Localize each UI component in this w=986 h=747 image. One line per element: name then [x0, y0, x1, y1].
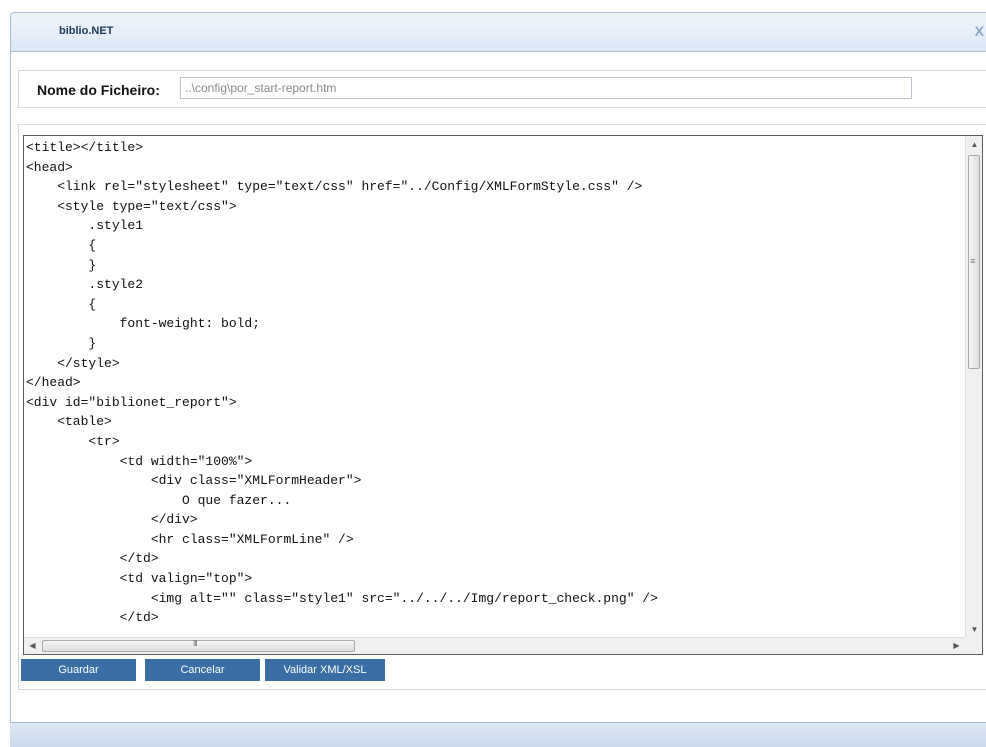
code-line: <table>: [26, 414, 112, 430]
code-line: font-weight: bold;: [26, 316, 261, 332]
code-line: <td width="100%">: [26, 453, 253, 469]
validate-xml-button[interactable]: Validar XML/XSL: [265, 659, 385, 681]
close-icon[interactable]: X: [975, 23, 984, 39]
dialog-title: biblio.NET: [59, 25, 114, 37]
code-line: </head>: [26, 375, 81, 391]
code-line: .style2: [26, 277, 144, 293]
vertical-scrollbar[interactable]: ▲ ▼: [965, 136, 982, 638]
code-line: }: [26, 257, 97, 273]
scroll-left-icon[interactable]: ◀: [24, 638, 41, 654]
scroll-down-icon[interactable]: ▼: [966, 621, 982, 638]
file-name-label: Nome do Ficheiro:: [37, 82, 160, 98]
dialog-title-bar: biblio.NET X: [10, 12, 986, 52]
code-line: </div>: [26, 512, 198, 528]
code-line: <link rel="stylesheet" type="text/css" h…: [26, 179, 643, 195]
editor-panel: <title></title> <head> <link rel="stylesh…: [18, 124, 986, 690]
code-line: </td>: [26, 551, 159, 567]
scrollbar-corner: [965, 637, 982, 654]
cancel-button[interactable]: Cancelar: [145, 659, 260, 681]
code-text-area[interactable]: <title></title> <head> <link rel="stylesh…: [26, 138, 960, 628]
file-name-input[interactable]: [180, 77, 912, 99]
code-line: <td valign="top">: [26, 571, 253, 587]
code-line: }: [26, 335, 97, 351]
code-line: <tr>: [26, 433, 120, 449]
save-button[interactable]: Guardar: [21, 659, 136, 681]
code-line: <img alt="" class="style1" src="../../..…: [26, 590, 658, 606]
horizontal-scroll-thumb[interactable]: [42, 639, 355, 652]
dialog-bottom-bar: [10, 722, 986, 747]
code-line: </style>: [26, 355, 120, 371]
scroll-right-icon[interactable]: ▶: [948, 638, 965, 654]
scroll-up-icon[interactable]: ▲: [966, 136, 982, 153]
code-line: </td>: [26, 610, 159, 626]
code-editor[interactable]: <title></title> <head> <link rel="stylesh…: [23, 135, 983, 655]
code-line: {: [26, 296, 97, 312]
code-line: <div class="XMLFormHeader">: [26, 473, 362, 489]
file-name-panel: Nome do Ficheiro:: [18, 70, 986, 108]
dialog-left-border: [10, 52, 11, 722]
vertical-scroll-thumb[interactable]: [968, 155, 980, 369]
code-line: .style1: [26, 218, 144, 234]
code-line: <div id="biblionet_report">: [26, 394, 237, 410]
code-line: <title></title>: [26, 140, 144, 155]
code-line: <head>: [26, 159, 73, 175]
code-line: <hr class="XMLFormLine" />: [26, 531, 354, 547]
code-line: O que fazer...: [26, 492, 292, 508]
code-line: <style type="text/css">: [26, 198, 237, 214]
horizontal-scrollbar[interactable]: ◀ ▶: [24, 637, 965, 654]
code-line: {: [26, 237, 97, 253]
